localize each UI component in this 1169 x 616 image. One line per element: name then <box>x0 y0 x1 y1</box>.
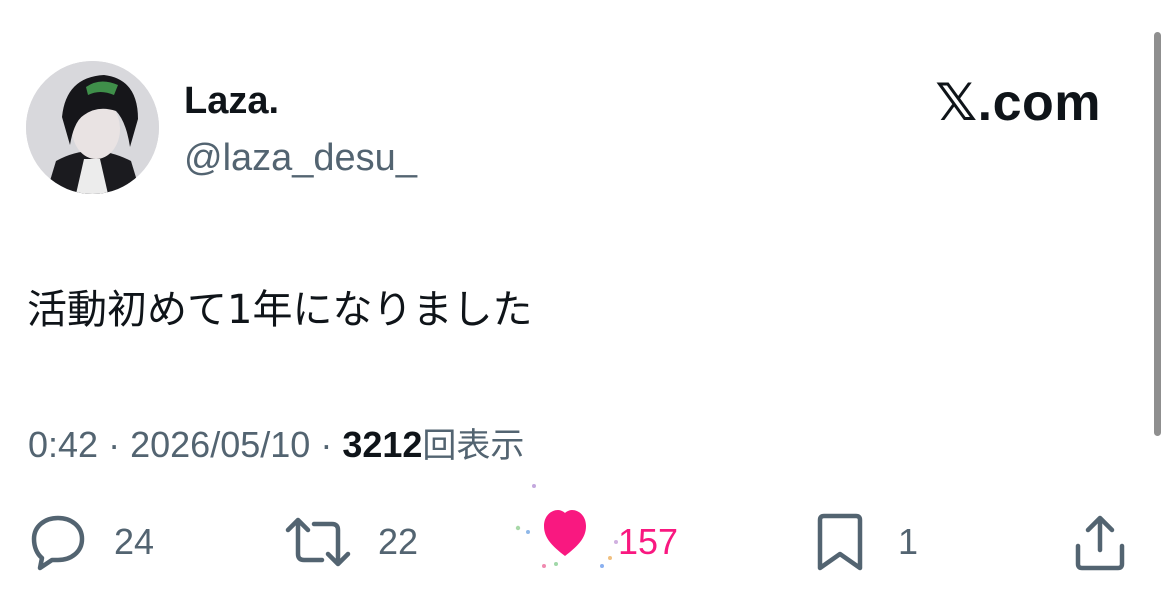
user-handle[interactable]: @laza_desu_ <box>184 137 417 180</box>
tweet-meta: 0:42 · 2026/05/10 · 3212回表示 <box>28 418 524 467</box>
meta-separator: · <box>108 424 121 465</box>
reply-icon <box>31 515 85 571</box>
share-icon <box>1075 515 1125 571</box>
views-label: 回表示 <box>422 426 525 466</box>
bookmark-count: 1 <box>898 521 919 562</box>
avatar-image <box>26 61 159 194</box>
share-button[interactable] <box>1070 512 1130 572</box>
retweet-count: 22 <box>378 521 419 562</box>
brand-logo: 𝕏.com <box>935 74 1101 132</box>
views-count: 3212 <box>342 424 423 465</box>
heart-icon <box>515 484 618 568</box>
meta-separator: · <box>320 424 333 465</box>
tweet-text: 活動初めて1年になりました <box>27 287 533 333</box>
avatar[interactable] <box>26 61 159 194</box>
scrollbar[interactable] <box>1154 32 1161 436</box>
like-count: 157 <box>618 521 679 562</box>
reply-button[interactable]: 24 <box>26 512 154 572</box>
tweet-time[interactable]: 0:42 <box>28 424 98 465</box>
tweet-date[interactable]: 2026/05/10 <box>130 424 310 465</box>
like-button[interactable]: 157 <box>512 484 679 572</box>
bookmark-icon <box>817 513 863 571</box>
bookmark-button[interactable]: 1 <box>812 512 918 572</box>
reply-count: 24 <box>114 521 155 562</box>
action-bar: 24 22 157 1 <box>0 484 1169 590</box>
retweet-button[interactable]: 22 <box>282 512 418 572</box>
retweet-icon <box>285 517 351 567</box>
display-name[interactable]: Laza. <box>184 80 279 123</box>
